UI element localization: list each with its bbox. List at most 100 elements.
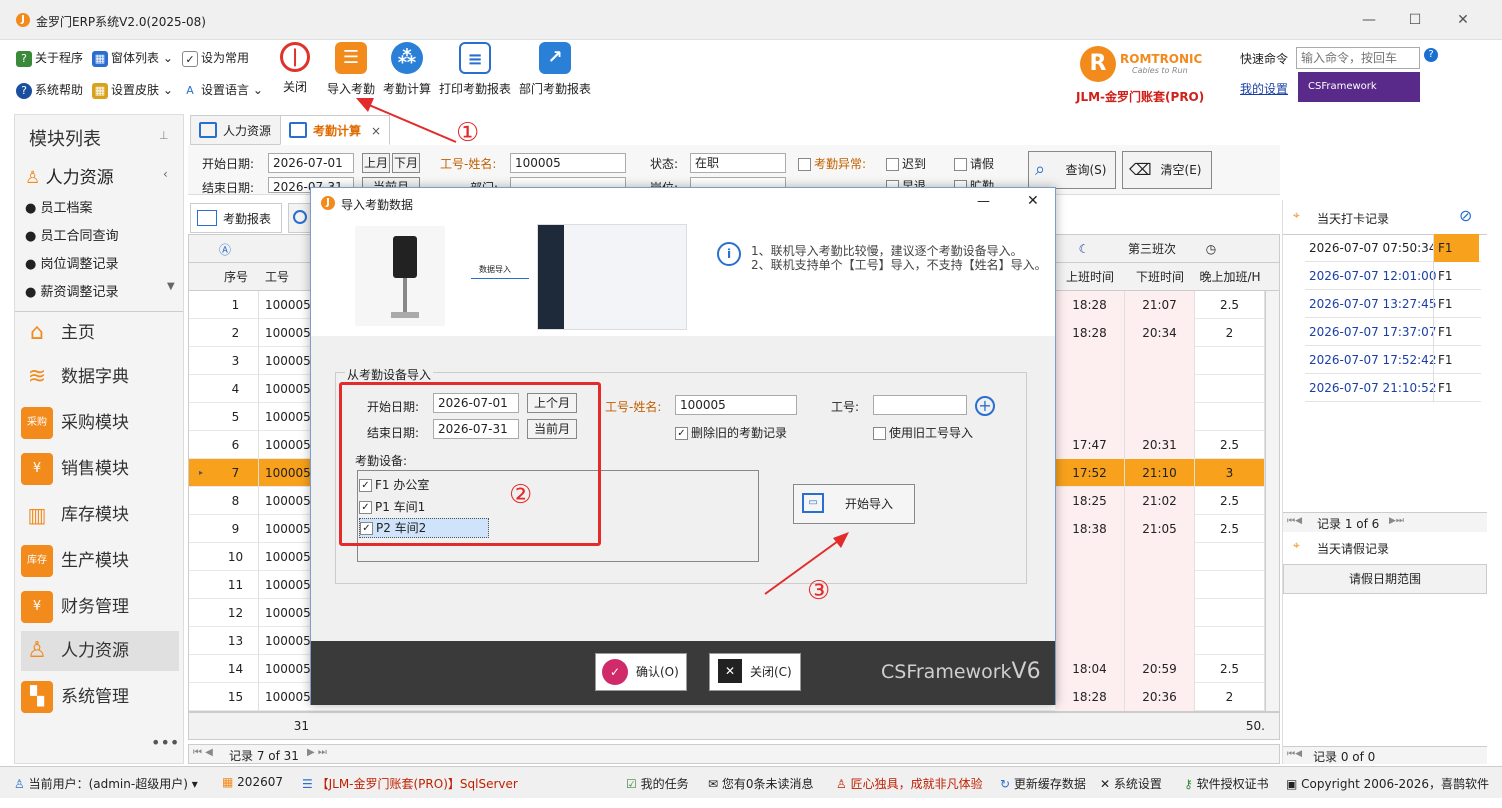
status-period[interactable]: ▦ 202607 — [222, 775, 283, 789]
leave-col-header[interactable]: 请假日期范围 — [1283, 564, 1487, 594]
cell-seq: 9 — [213, 515, 259, 543]
col-off[interactable]: 下班时间 — [1125, 263, 1195, 291]
hide-eye-icon[interactable]: ⊘ — [1459, 206, 1472, 225]
punch-row[interactable]: 2026-07-07 07:50:34 F1 — [1305, 234, 1481, 262]
sub-item-contract[interactable]: ● 员工合同查询 — [25, 225, 119, 244]
add-icon[interactable]: + — [975, 396, 995, 416]
clear-button[interactable]: ⌫ 清空(E) — [1122, 151, 1212, 189]
status-refresh[interactable]: ↻ 更新缓存数据 — [1000, 775, 1086, 792]
grid-scrollbar[interactable] — [1265, 291, 1279, 711]
minimize-button[interactable]: — — [1354, 8, 1384, 32]
tab-hr[interactable]: 人力资源 — [190, 115, 283, 145]
cell-seq: 5 — [213, 403, 259, 431]
module-dictionary[interactable]: ≋ 数据字典 — [21, 357, 179, 397]
leave-nav-prev-icons[interactable]: ⏮◀ — [1287, 749, 1302, 759]
punch-nav-text: 记录 1 of 6 — [1317, 517, 1380, 531]
punch-nav-prev-icons[interactable]: ⏮◀ — [1287, 516, 1302, 526]
status-user[interactable]: ♙ 当前用户：(admin-超级用户) ▾ — [14, 775, 198, 792]
start-date-input[interactable]: 2026-07-01 — [268, 153, 354, 173]
cell-ot: 2.5 — [1195, 515, 1265, 543]
title-bar: J 金罗门ERP系统V2.0(2025-08) — ☐ ✕ — [0, 0, 1502, 40]
dlg-id-input[interactable] — [873, 395, 967, 415]
cell-id: 100005 — [265, 382, 311, 396]
module-system[interactable]: ▚ 系统管理 — [21, 677, 179, 717]
col-seq[interactable]: 序号 — [213, 263, 259, 291]
col-id[interactable]: 工号 — [259, 263, 309, 291]
about-button[interactable]: ? 关于程序 — [16, 48, 83, 68]
module-finance[interactable]: ¥ 财务管理 — [21, 587, 179, 627]
status-settings[interactable]: ✕ 系统设置 — [1100, 775, 1162, 792]
maximize-button[interactable]: ☐ — [1400, 8, 1430, 32]
dept-report-button[interactable]: ↗ 部门考勤报表 — [518, 40, 592, 108]
skin-button[interactable]: ▦ 设置皮肤 ⌄ — [92, 80, 173, 100]
sub-item-employee[interactable]: ● 员工档案 — [25, 197, 93, 216]
dialog-minimize-button[interactable]: — — [977, 194, 990, 209]
cell-off: 20:34 — [1125, 319, 1195, 347]
close-button[interactable]: ✕ 关闭(C) — [709, 653, 801, 691]
set-favorite-button[interactable]: ✓ 设为常用 — [182, 48, 249, 68]
more-icon[interactable]: ••• — [151, 733, 179, 752]
status-select[interactable]: 在职 — [690, 153, 786, 173]
module-home[interactable]: ⌂ 主页 — [21, 313, 179, 353]
module-sales[interactable]: ¥ 销售模块 — [21, 449, 179, 489]
status-tasks[interactable]: ☑ 我的任务 — [626, 775, 689, 792]
column-chooser-icon[interactable]: Ⓐ — [219, 241, 231, 258]
dialog-close-button[interactable]: ✕ — [1027, 193, 1039, 209]
ok-button[interactable]: ✓ 确认(O) — [595, 653, 687, 691]
delete-old-checkbox[interactable]: ✓ 删除旧的考勤记录 — [675, 424, 787, 441]
cell-off — [1125, 403, 1195, 431]
emp-label: 工号-姓名: — [440, 157, 497, 171]
refresh-icon: ↻ — [1000, 777, 1011, 791]
col-on[interactable]: 上班时间 — [1055, 263, 1125, 291]
row-indicator-icon: ▸ — [199, 468, 204, 477]
nav-next-icons[interactable]: ▶ ⏭ — [307, 747, 327, 758]
use-old-id-checkbox[interactable]: 使用旧工号导入 — [873, 424, 973, 441]
cell-id: 100005 — [265, 494, 311, 508]
punch-device: F1 — [1433, 262, 1479, 290]
help-icon[interactable]: ? — [1424, 48, 1438, 62]
footer-total: 50. — [1245, 719, 1265, 733]
subtab-second[interactable] — [288, 203, 312, 233]
punch-row[interactable]: 2026-07-07 17:37:07 F1 — [1305, 318, 1481, 346]
window-list-button[interactable]: ▦ 窗体列表 ⌄ — [92, 48, 173, 68]
punch-nav-next-icons[interactable]: ▶⏭ — [1389, 516, 1404, 526]
punch-row[interactable]: 2026-07-07 12:01:00 F1 — [1305, 262, 1481, 290]
status-license[interactable]: ⚷ 软件授权证书 — [1184, 775, 1269, 792]
clock-icon — [293, 210, 307, 224]
module-purchase[interactable]: 采购 采购模块 — [21, 403, 179, 443]
status-messages[interactable]: ✉ 您有0条未读消息 — [708, 775, 814, 792]
hr-group-header[interactable]: ♙ 人力资源 — [25, 163, 114, 188]
close-window-button[interactable]: ✕ — [1448, 8, 1478, 32]
grid-footer: 31 50. — [188, 712, 1280, 740]
leave-checkbox[interactable]: 请假 — [954, 155, 994, 172]
dlg-emp-input[interactable]: 100005 — [675, 395, 797, 415]
punch-time: 2026-07-07 21:10:52 — [1309, 381, 1437, 395]
prev-month-button[interactable]: 上月 — [362, 153, 390, 173]
sub-item-salary-adjust[interactable]: ● 薪资调整记录 — [25, 281, 119, 300]
punch-row[interactable]: 2026-07-07 21:10:52 F1 — [1305, 374, 1481, 402]
layers-icon: ≋ — [27, 364, 47, 389]
emp-input[interactable]: 100005 — [510, 153, 626, 173]
scroll-down-icon[interactable]: ▼ — [167, 281, 175, 292]
module-hr[interactable]: ♙ 人力资源 — [21, 631, 179, 671]
col-ot[interactable]: 晚上加班/H — [1195, 263, 1265, 291]
help-button[interactable]: ? 系统帮助 — [16, 80, 83, 100]
punch-row[interactable]: 2026-07-07 17:52:42 F1 — [1305, 346, 1481, 374]
collapse-icon[interactable]: ‹ — [163, 167, 168, 181]
module-production[interactable]: 库存 生产模块 — [21, 541, 179, 581]
close-module-button[interactable]: | 关闭 — [276, 40, 314, 108]
pin-icon[interactable]: ⊥ — [159, 129, 169, 142]
next-month-button[interactable]: 下月 — [392, 153, 420, 173]
start-import-button[interactable]: ▭ 开始导入 — [793, 484, 915, 524]
module-stock[interactable]: ▥ 库存模块 — [21, 495, 179, 535]
quick-cmd-input[interactable] — [1296, 47, 1420, 69]
my-settings-link[interactable]: 我的设置 — [1240, 80, 1288, 97]
sub-item-post-adjust[interactable]: ● 岗位调整记录 — [25, 253, 119, 272]
subtab-attendance-report[interactable]: 考勤报表 — [190, 203, 283, 233]
late-checkbox[interactable]: 迟到 — [886, 155, 926, 172]
abnormal-checkbox[interactable]: 考勤异常: — [798, 155, 866, 172]
nav-prev-icons[interactable]: ⏮ ◀ — [193, 747, 213, 758]
punch-row[interactable]: 2026-07-07 13:27:45 F1 — [1305, 290, 1481, 318]
query-button[interactable]: ⌕ 查询(S) — [1028, 151, 1116, 189]
language-button[interactable]: A 设置语言 ⌄ — [182, 80, 263, 100]
